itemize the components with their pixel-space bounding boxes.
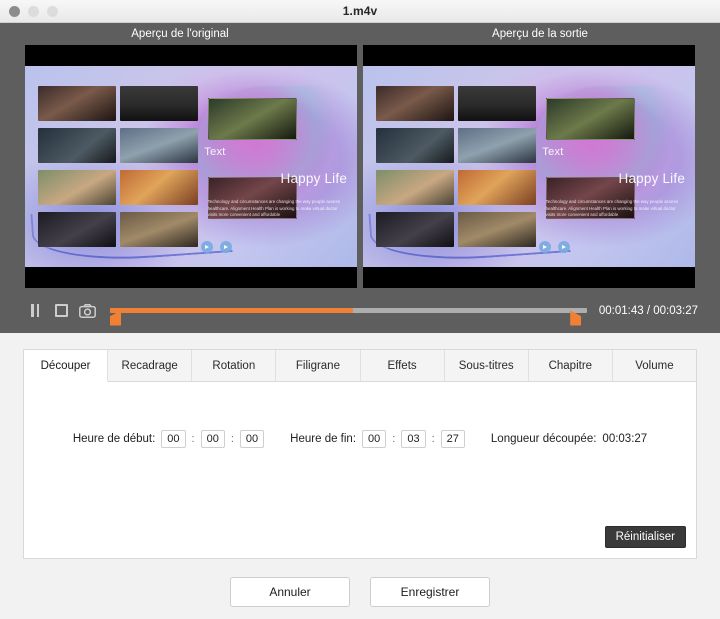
save-button[interactable]: Enregistrer: [370, 577, 490, 607]
trim-form-row: Heure de début: 00 : 00 : 00 Heure de fi…: [24, 382, 696, 448]
tab-strip: Découper Recadrage Rotation Filigrane Ef…: [24, 350, 696, 382]
tab-filigrane[interactable]: Filigrane: [276, 350, 361, 382]
window-title: 1.m4v: [342, 4, 378, 18]
start-hours-field[interactable]: 00: [161, 430, 186, 448]
end-hours-field[interactable]: 00: [362, 430, 387, 448]
video-text-overlay: Text: [204, 146, 226, 159]
video-play-buttons: [538, 241, 570, 254]
time-separator: :: [230, 433, 234, 445]
camera-icon: [78, 303, 96, 318]
trimmed-length-value: 00:03:27: [602, 433, 648, 445]
play-icon-1: [538, 241, 551, 254]
trimmed-length-group: Longueur découpée: 00:03:27: [491, 433, 647, 445]
tab-decouper[interactable]: Découper: [24, 350, 109, 382]
reset-button[interactable]: Réinitialiser: [604, 526, 686, 548]
dialog-footer: Annuler Enregistrer: [0, 559, 720, 619]
end-time-group: Heure de fin: 00 : 03 : 27: [290, 430, 465, 448]
tab-chapitre[interactable]: Chapitre: [528, 350, 613, 382]
trimmed-length-label: Longueur découpée:: [490, 433, 597, 445]
video-frame-original: Text Happy Life Technology and circumsta…: [25, 45, 357, 288]
original-preview-label: Aperçu de l'original: [131, 28, 229, 40]
tab-body-decouper: Heure de début: 00 : 00 : 00 Heure de fi…: [24, 382, 696, 558]
video-body-text: Technology and circumstances are changin…: [545, 198, 678, 218]
editor-panel: Découper Recadrage Rotation Filigrane Ef…: [0, 333, 720, 559]
tab-effets[interactable]: Effets: [360, 350, 445, 382]
play-icon-1: [200, 241, 213, 254]
timecode-display: 00:01:43 / 00:03:27: [598, 304, 698, 317]
transport-bar: 00:01:43 / 00:03:27: [0, 288, 720, 333]
preview-area: Aperçu de l'original Aperçu de la sortie: [0, 23, 720, 288]
end-minutes-field[interactable]: 03: [401, 430, 426, 448]
snapshot-button[interactable]: [74, 298, 100, 324]
end-seconds-field[interactable]: 27: [440, 430, 465, 448]
start-time-label: Heure de début:: [72, 433, 156, 445]
stop-button[interactable]: [48, 298, 74, 324]
floating-clip-top: [545, 97, 636, 141]
video-body-text: Technology and circumstances are changin…: [207, 198, 340, 218]
video-headline: Happy Life: [618, 170, 686, 186]
start-seconds-field[interactable]: 00: [239, 430, 265, 448]
tab-sous-titres[interactable]: Sous-titres: [444, 350, 529, 382]
play-icon-2: [557, 241, 570, 254]
tab-recadrage[interactable]: Recadrage: [108, 350, 193, 382]
video-text-overlay: Text: [542, 146, 564, 159]
time-separator: :: [191, 433, 195, 445]
play-icon-2: [219, 241, 232, 254]
cancel-button[interactable]: Annuler: [230, 577, 350, 607]
floating-clip-top: [207, 97, 298, 141]
thumbnail-grid: [376, 85, 536, 248]
end-time-label: Heure de fin:: [290, 433, 357, 445]
tab-card: Découper Recadrage Rotation Filigrane Ef…: [23, 349, 697, 559]
pause-button[interactable]: [22, 298, 48, 324]
time-separator: :: [431, 433, 435, 445]
preview-labels: Aperçu de l'original Aperçu de la sortie: [0, 23, 720, 45]
video-play-buttons: [200, 241, 232, 254]
start-time-group: Heure de début: 00 : 00 : 00: [72, 430, 265, 448]
tab-rotation[interactable]: Rotation: [192, 350, 277, 382]
video-editor-window: 1.m4v Aperçu de l'original Aperçu de la …: [0, 0, 720, 619]
video-frame-output: Text Happy Life Technology and circumsta…: [363, 45, 695, 288]
stop-icon: [54, 304, 68, 317]
output-preview-label: Aperçu de la sortie: [492, 28, 588, 40]
title-bar: 1.m4v: [0, 0, 720, 23]
video-headline: Happy Life: [280, 170, 348, 186]
time-separator: :: [392, 433, 396, 445]
start-minutes-field[interactable]: 00: [200, 430, 225, 448]
tab-volume[interactable]: Volume: [612, 350, 696, 382]
pause-icon: [31, 304, 39, 317]
thumbnail-grid: [38, 85, 198, 248]
trim-slider[interactable]: [110, 296, 587, 326]
original-preview-pane[interactable]: Text Happy Life Technology and circumsta…: [25, 45, 357, 288]
output-preview-pane[interactable]: Text Happy Life Technology and circumsta…: [363, 45, 695, 288]
slider-progress-fill: [110, 308, 354, 313]
preview-panes: Text Happy Life Technology and circumsta…: [0, 45, 720, 288]
